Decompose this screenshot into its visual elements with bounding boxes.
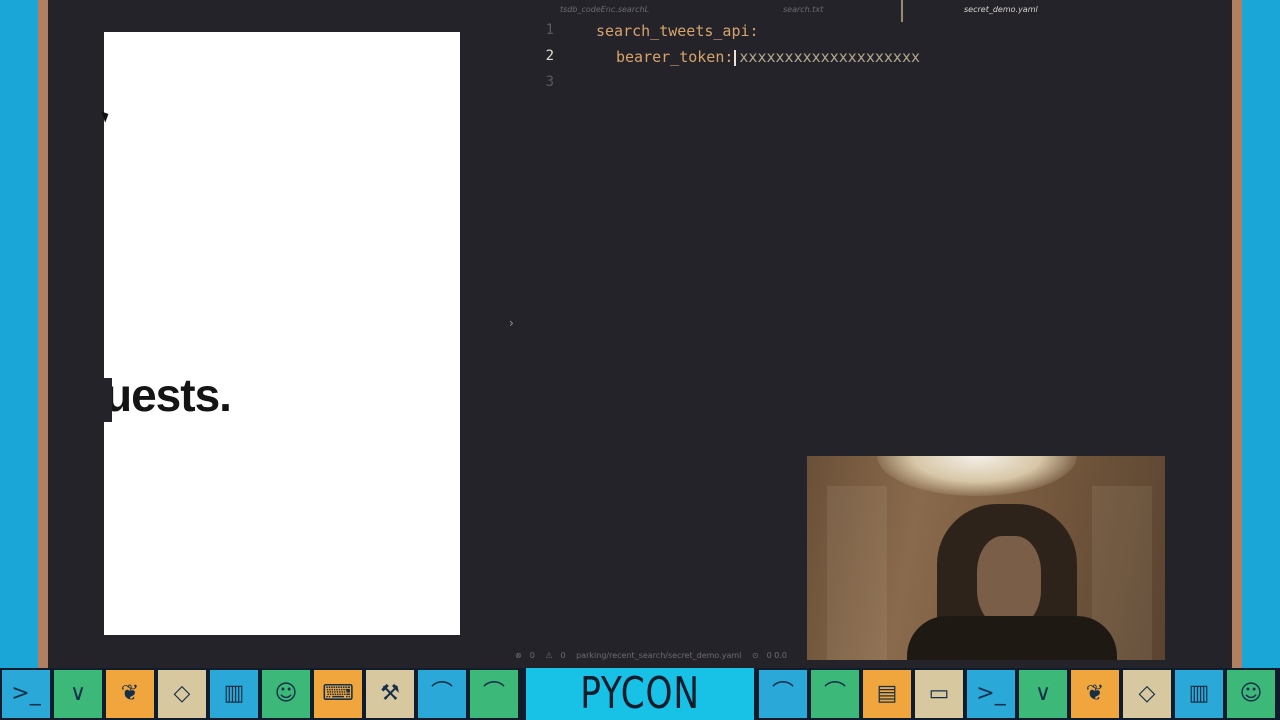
line-number: 1 (545, 22, 554, 38)
footer-tile: ⌒ (809, 668, 861, 720)
yaml-key: bearer_token: (616, 48, 734, 66)
status-bar: ⊗ 0 ⚠ 0 parking/recent_search/secret_demo.… (515, 651, 795, 660)
slide-document: uests. (104, 32, 460, 635)
background-curtain (827, 486, 887, 660)
robot-icon: ☺ (1239, 681, 1263, 706)
status-counts: 0 0.0 (766, 651, 787, 660)
pycon-wordmark: PYCON 2020 (580, 668, 700, 719)
file-path: parking/recent_search/secret_demo.yaml (576, 651, 742, 660)
window-icon: ▤ (876, 681, 898, 706)
diamond-icon: ◇ (173, 681, 191, 706)
leaf-icon: ❦ (1085, 681, 1105, 706)
conference-footer-banner: >_ ∨ ❦ ◇ ▥ ☺ ⌨ ⚒ ⌒ ⌒ PYCON 2020 ⌒ ⌒ ▤ ▭ … (0, 668, 1280, 720)
arch-icon: ⌒ (482, 681, 505, 706)
left-frame-border (38, 0, 48, 668)
yaml-value: xxxxxxxxxxxxxxxxxxxx (739, 48, 921, 66)
ceiling-light (877, 456, 1077, 496)
footer-tile: ◇ (1121, 668, 1173, 720)
chevron-icon: ∨ (69, 681, 87, 706)
terminal-icon: >_ (11, 681, 41, 706)
footer-tile: ▭ (913, 668, 965, 720)
line-number: 2 (545, 48, 554, 64)
chevron-right-icon[interactable]: › (509, 316, 514, 330)
git-icon[interactable]: ⊙ (752, 651, 759, 660)
error-icon[interactable]: ⊗ (515, 651, 522, 660)
wrench-icon: ⚒ (380, 681, 400, 706)
footer-tile: ☺ (1225, 668, 1277, 720)
footer-tile: ▤ (861, 668, 913, 720)
webcam-video (807, 456, 1165, 660)
keyboard-icon: ⌨ (322, 681, 354, 706)
footer-tile: ❦ (104, 668, 156, 720)
terminal-icon: >_ (976, 681, 1006, 706)
footer-tile: ∨ (52, 668, 104, 720)
browser-icon: ▭ (928, 681, 950, 706)
presenter-body (907, 616, 1117, 660)
footer-tile: ☺ (260, 668, 312, 720)
tab-secret-demo[interactable]: secret_demo.yaml (964, 5, 1038, 14)
slide-crop-edge (104, 378, 112, 422)
footer-tile: ⌨ (312, 668, 364, 720)
robot-icon: ☺ (274, 681, 298, 706)
arch-icon: ⌒ (823, 681, 846, 706)
code-text: search_tweets_api: (596, 22, 759, 40)
line-number: 3 (545, 74, 554, 90)
arch-icon: ⌒ (771, 681, 794, 706)
arch-icon: ⌒ (430, 681, 453, 706)
diamond-icon: ◇ (1138, 681, 1156, 706)
slide-text: uests. (104, 369, 232, 421)
text-caret (734, 49, 737, 66)
bars-icon: ▥ (1188, 681, 1210, 706)
chevron-icon: ∨ (1034, 681, 1052, 706)
editor-tab-bar: tsdb_codeEnc.searchL search.txt secret_d… (480, 0, 1232, 22)
tab-search[interactable]: search.txt (783, 5, 823, 14)
error-count: 0 (529, 651, 535, 660)
tab-separator (901, 0, 903, 22)
warning-icon[interactable]: ⚠ (545, 651, 552, 660)
presenter-face (977, 536, 1041, 626)
footer-tile: ◇ (156, 668, 208, 720)
footer-tile: >_ (0, 668, 52, 720)
footer-tile: ⌒ (468, 668, 520, 720)
footer-tile: >_ (965, 668, 1017, 720)
footer-tile: ⌒ (416, 668, 468, 720)
footer-tile: ∨ (1017, 668, 1069, 720)
right-frame-border (1232, 0, 1242, 668)
footer-tile: ▥ (208, 668, 260, 720)
leaf-icon: ❦ (120, 681, 140, 706)
warning-count: 0 (560, 651, 566, 660)
footer-tile: ⌒ (757, 668, 809, 720)
pycon-logo: PYCON 2020 (523, 668, 757, 720)
footer-tile: ❦ (1069, 668, 1121, 720)
bars-icon: ▥ (223, 681, 245, 706)
tab-tsdb-code[interactable]: tsdb_codeEnc.searchL (560, 5, 649, 14)
code-text: bearer_token: xxxxxxxxxxxxxxxxxxxx (616, 48, 920, 66)
footer-tile: ⚒ (364, 668, 416, 720)
footer-tile: ▥ (1173, 668, 1225, 720)
